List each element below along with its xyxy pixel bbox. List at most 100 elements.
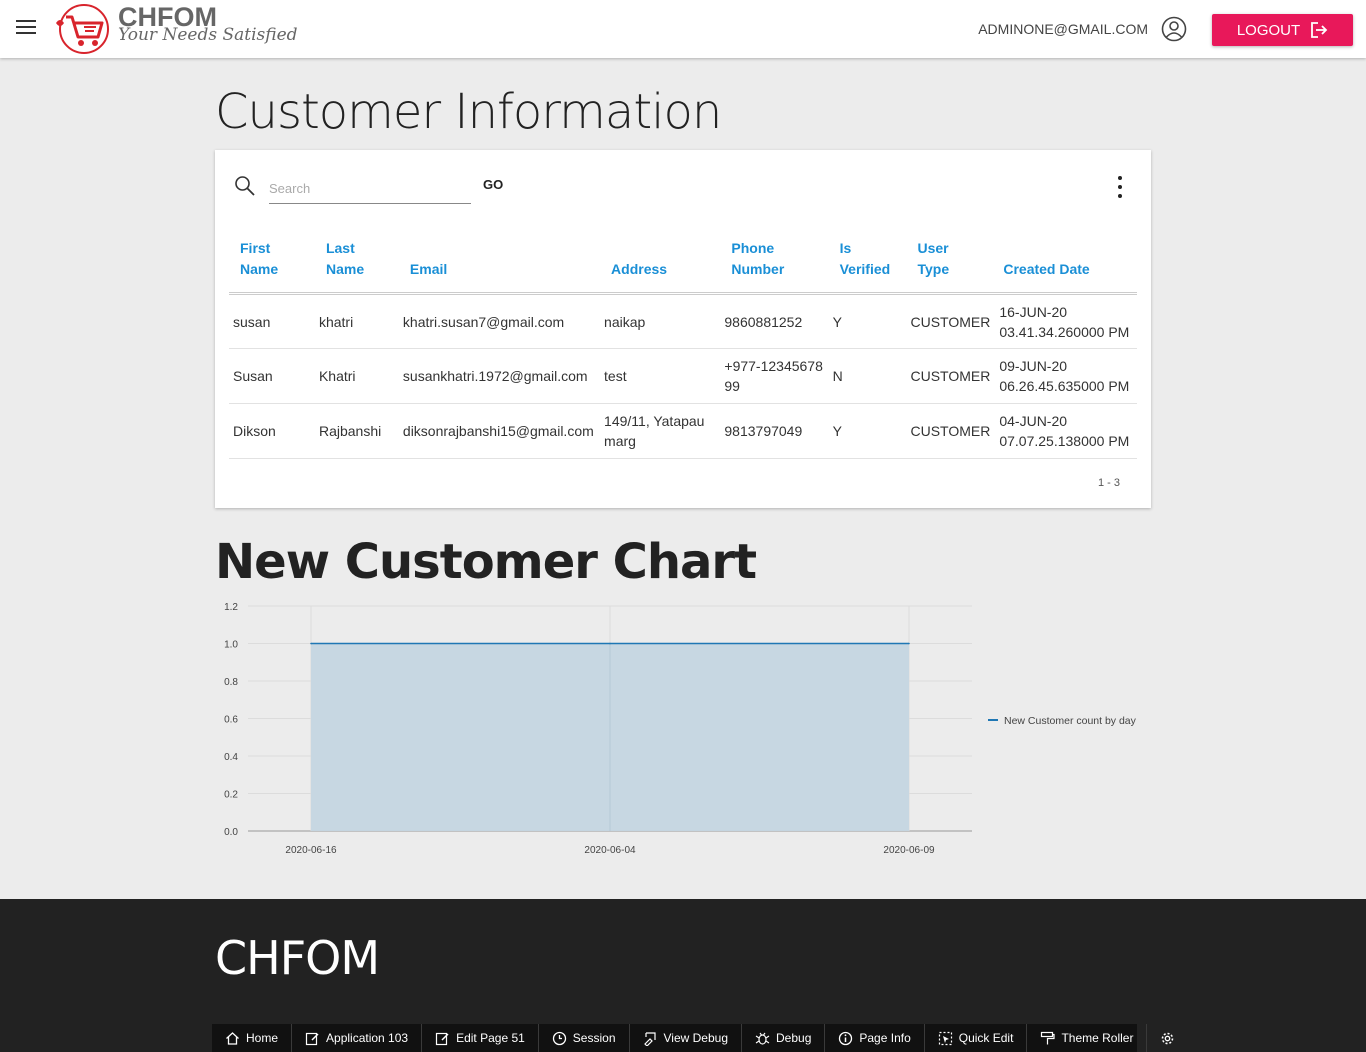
logout-button[interactable]: LOGOUT (1212, 14, 1353, 46)
info-icon (839, 1031, 853, 1045)
view-debug-icon (643, 1031, 656, 1046)
devbar-theme-roller[interactable]: Theme Roller (1027, 1024, 1148, 1052)
table-row: susan khatri khatri.susan7@gmail.com nai… (229, 293, 1137, 349)
cell-user-type: CUSTOMER (906, 348, 996, 404)
edit-page-icon (435, 1032, 449, 1045)
clock-icon (552, 1031, 566, 1045)
y-tick-label: 0.4 (224, 752, 238, 763)
cell-first-name: susan (229, 293, 315, 349)
bug-icon (755, 1032, 770, 1045)
column-header-is-verified[interactable]: Is Verified (828, 238, 907, 295)
cell-email: khatri.susan7@gmail.com (398, 293, 601, 349)
customer-report-region: GO FirstName LastName Email Address Phon… (215, 150, 1151, 508)
gear-icon (1162, 1032, 1174, 1044)
pagination-info: 1 - 3 (1097, 477, 1120, 489)
devbar-quick-edit[interactable]: Quick Edit (925, 1024, 1028, 1052)
logo-tagline: Your Needs Satisfied (118, 25, 298, 45)
devbar-settings[interactable] (1147, 1024, 1188, 1052)
devbar-label: Quick Edit (958, 1031, 1014, 1045)
go-button[interactable]: GO (483, 177, 503, 192)
new-customer-area-chart: 0.0 0.2 0.4 0.6 0.8 1.0 1.2 New Customer count … (224, 602, 1137, 856)
x-tick-label: 2020-06-09 (883, 845, 935, 856)
quick-edit-icon (938, 1031, 952, 1045)
devbar-edit-page[interactable]: Edit Page 51 (422, 1024, 539, 1052)
footer: CHFOM Home Application 103 Edit Page 51 … (0, 899, 1366, 1052)
y-tick-label: 0.2 (224, 790, 238, 801)
sign-out-icon (1311, 22, 1328, 38)
search-input[interactable] (269, 174, 471, 204)
home-icon (226, 1031, 239, 1045)
table-row: Dikson Rajbanshi diksonrajbanshi15@gmail… (229, 403, 1137, 459)
cell-address: naikap (600, 293, 721, 349)
column-header-created-date[interactable]: Created Date (995, 238, 1137, 295)
y-tick-label: 1.0 (224, 640, 238, 651)
cell-email: susankhatri.1972@gmail.com (398, 348, 601, 404)
hamburger-menu-icon[interactable] (16, 20, 36, 36)
cell-last-name: khatri (314, 293, 399, 349)
column-header-last-name[interactable]: Last Name (314, 238, 399, 295)
customer-table: First Name Last Name Email Address Phone Nu… (229, 238, 1137, 459)
devbar-label: Session (572, 1031, 616, 1045)
paint-roller-icon (1041, 1031, 1056, 1044)
devbar-label: Debug (776, 1031, 812, 1045)
top-navigation-bar: CHFOM Your Needs Satisfied ADMINONE@GMAI… (0, 0, 1366, 58)
devbar-label: Page Info (859, 1031, 911, 1045)
cell-user-type: CUSTOMER (906, 293, 996, 349)
data-point (609, 642, 611, 645)
cell-email: diksonrajbanshi15@gmail.com (398, 403, 601, 459)
x-tick-label: 2020-06-16 (285, 845, 337, 856)
cart-logo-icon[interactable] (54, 3, 114, 55)
column-header-user-type[interactable]: User Type (906, 238, 996, 295)
cell-last-name: Khatri (314, 348, 399, 404)
column-header-first-name[interactable]: First Name (229, 238, 315, 295)
y-tick-label: 0.8 (224, 677, 238, 688)
legend-label: New Customer count by day (1004, 715, 1137, 727)
cell-address: test (600, 348, 721, 404)
cell-first-name: Susan (229, 348, 315, 404)
cell-is-verified: Y (828, 403, 907, 459)
logout-label: LOGOUT (1236, 21, 1301, 39)
developer-toolbar: Home Application 103 Edit Page 51 Sessio… (212, 1024, 1174, 1052)
actions-menu-icon[interactable] (1115, 176, 1125, 198)
x-tick-label: 2020-06-04 (584, 845, 636, 856)
search-icon (235, 176, 255, 196)
column-header-phone-number[interactable]: Phone Number (720, 238, 829, 295)
table-row: Susan Khatri susankhatri.1972@gmail.com … (229, 348, 1137, 404)
cell-address: 149/11, Yatapau marg (600, 403, 721, 459)
cell-created-date: 16-JUN-20 03.41.34.260000 PM (995, 293, 1137, 349)
devbar-label: Theme Roller (1061, 1031, 1134, 1045)
devbar-page-info[interactable]: Page Info (825, 1024, 925, 1052)
devbar-view-debug[interactable]: View Debug (630, 1024, 742, 1052)
cell-phone-number: 9860881252 (720, 293, 829, 349)
devbar-label: Edit Page 51 (456, 1031, 525, 1045)
cell-first-name: Dikson (229, 403, 315, 459)
devbar-label: Application 103 (326, 1031, 409, 1045)
data-point (310, 642, 312, 645)
footer-title: CHFOM (215, 931, 380, 985)
cell-is-verified: N (828, 348, 907, 404)
cell-phone-number: +977-1234567899 (720, 348, 829, 404)
page-title: Customer Information (215, 84, 722, 140)
devbar-session[interactable]: Session (539, 1024, 630, 1052)
cell-created-date: 04-JUN-20 07.07.25.138000 PM (995, 403, 1137, 459)
user-email: ADMINONE@GMAIL.COM (978, 21, 1148, 37)
devbar-application[interactable]: Application 103 (292, 1024, 423, 1052)
user-avatar-icon[interactable] (1161, 16, 1187, 42)
devbar-debug[interactable]: Debug (742, 1024, 826, 1052)
devbar-label: Home (246, 1031, 279, 1045)
cell-last-name: Rajbanshi (314, 403, 399, 459)
y-tick-label: 0.6 (224, 715, 238, 726)
cell-user-type: CUSTOMER (906, 403, 996, 459)
edit-app-icon (305, 1032, 319, 1045)
column-header-email[interactable]: Email (398, 238, 601, 295)
cell-phone-number: 9813797049 (720, 403, 829, 459)
table-header-row: First Name Last Name Email Address Phone Nu… (229, 238, 1137, 295)
devbar-home[interactable]: Home (212, 1024, 293, 1052)
cell-is-verified: Y (828, 293, 907, 349)
y-tick-label: 1.2 (224, 602, 238, 613)
data-point (908, 642, 910, 645)
y-tick-label: 0.0 (224, 827, 238, 838)
column-header-address[interactable]: Address (600, 238, 721, 295)
cell-created-date: 09-JUN-20 06.26.45.635000 PM (995, 348, 1137, 404)
devbar-label: View Debug (663, 1031, 729, 1045)
